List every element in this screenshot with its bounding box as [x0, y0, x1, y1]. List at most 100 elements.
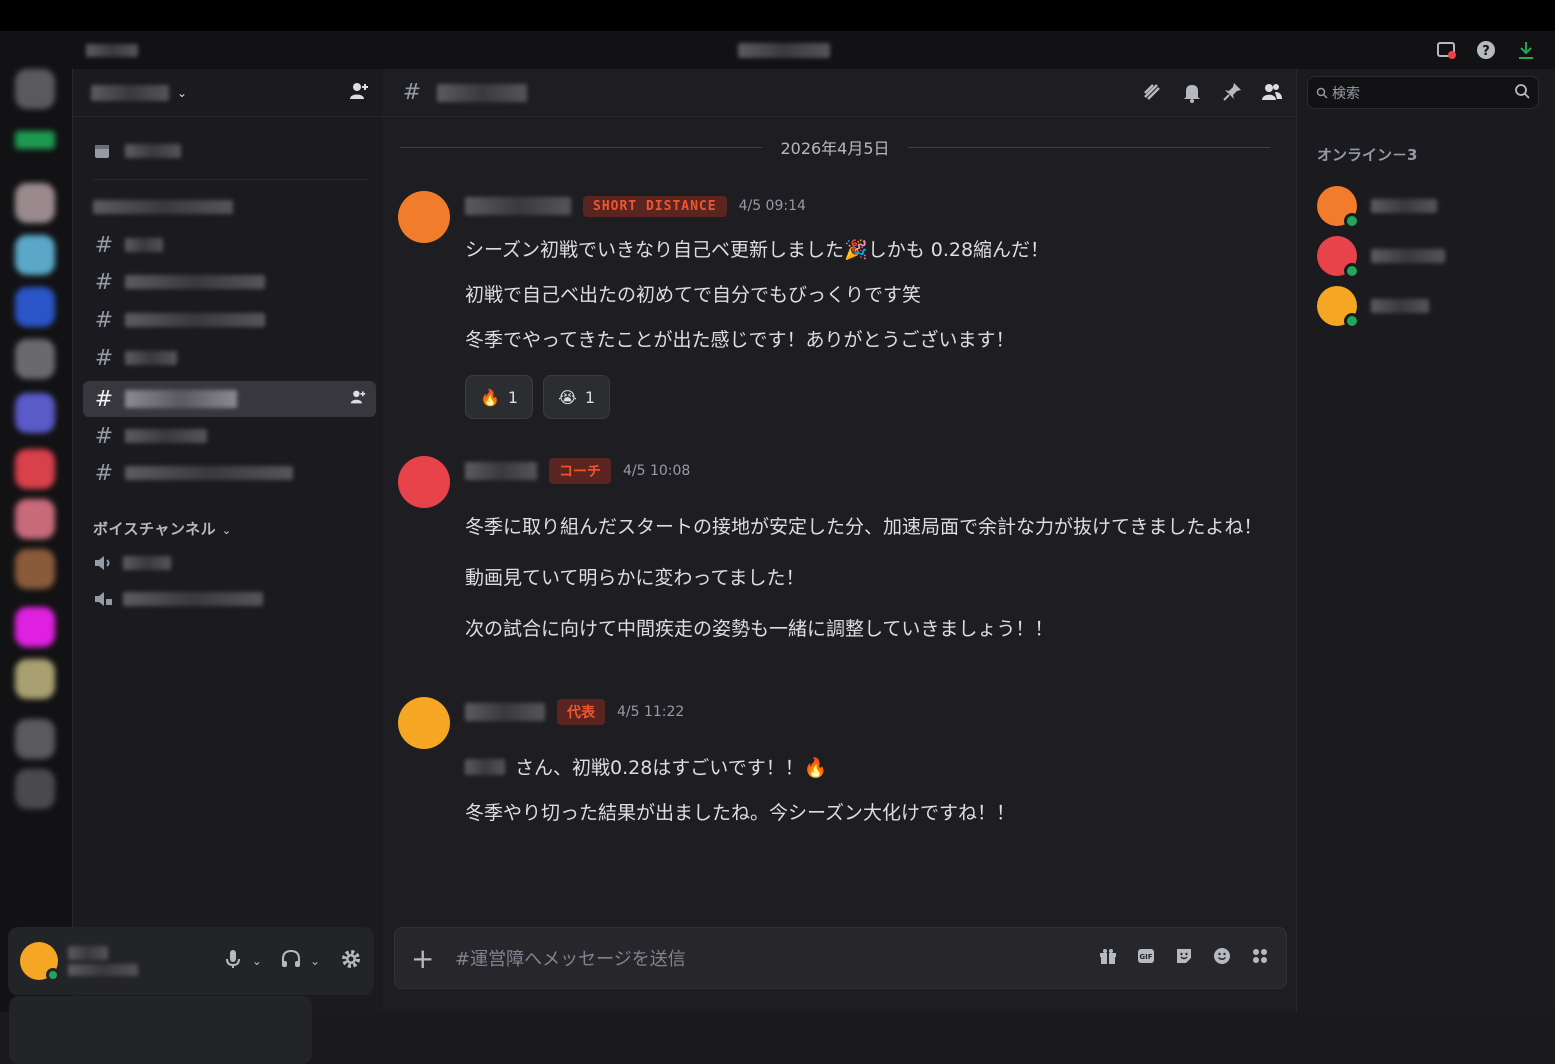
- channel-item[interactable]: #: [83, 227, 376, 263]
- server-icon-home[interactable]: [15, 69, 55, 109]
- channel-item-selected[interactable]: #: [83, 381, 376, 417]
- settings-icon[interactable]: [340, 948, 362, 974]
- hash-icon: #: [94, 386, 114, 412]
- member-avatar: [1317, 286, 1360, 329]
- window-top-strip: [0, 0, 1555, 31]
- message-avatar[interactable]: [398, 191, 450, 243]
- message-input[interactable]: #運営障へメッセージを送信: [455, 945, 686, 971]
- hash-icon: #: [94, 232, 114, 258]
- threads-icon[interactable]: [1141, 81, 1163, 107]
- member-name: [1371, 249, 1445, 263]
- channel-item[interactable]: #: [83, 418, 376, 454]
- search-icon: [1316, 87, 1328, 99]
- hash-icon: #: [94, 269, 114, 295]
- reaction-count: 1: [584, 387, 595, 407]
- channel-name: [125, 313, 265, 327]
- search-icon[interactable]: [1514, 83, 1530, 103]
- category-label: [93, 200, 233, 214]
- server-icon[interactable]: [15, 659, 55, 699]
- category-row[interactable]: [83, 189, 376, 225]
- message-text: シーズン初戦でいきなり自己ベ更新しました🎉しかも 0.28縮んだ！: [465, 239, 1050, 261]
- message-text: 冬季でやってきたことが出た感じです！ありがとうございます！: [465, 329, 1015, 351]
- reaction-button[interactable]: 😭 1: [543, 375, 610, 419]
- download-icon[interactable]: [1515, 39, 1537, 61]
- member-item[interactable]: [1317, 236, 1537, 279]
- channel-item[interactable]: #: [83, 455, 376, 491]
- message-timestamp: 4/5 10:08: [623, 463, 691, 479]
- server-icon[interactable]: [15, 131, 55, 149]
- reaction-button[interactable]: 🔥 1: [465, 375, 534, 419]
- headphones-icon[interactable]: [280, 948, 302, 974]
- reaction-count: 1: [507, 387, 519, 407]
- search-placeholder: 検索: [1332, 85, 1360, 102]
- message-author[interactable]: [465, 462, 537, 480]
- chevron-down-icon[interactable]: ⌄: [310, 954, 320, 968]
- apps-icon[interactable]: [1250, 946, 1270, 970]
- channel-name: [125, 390, 237, 408]
- message-text: さん、初戦0.28はすごいです！！🔥: [515, 757, 828, 779]
- voice-channel-name: [123, 556, 171, 570]
- server-icon[interactable]: [15, 449, 55, 489]
- svg-text:?: ?: [1482, 44, 1490, 59]
- online-header: オンライン－3: [1317, 146, 1418, 164]
- user-avatar[interactable]: [20, 942, 60, 982]
- gif-icon[interactable]: GIF: [1136, 946, 1156, 970]
- message-author[interactable]: [465, 197, 571, 215]
- message-text: 動画見ていて明らかに変わってました！: [465, 567, 805, 589]
- message-avatar[interactable]: [398, 456, 450, 508]
- svg-text:GIF: GIF: [1139, 953, 1152, 961]
- message-author[interactable]: [465, 703, 545, 721]
- role-tag: 代表: [557, 699, 605, 725]
- server-icon[interactable]: [15, 235, 55, 275]
- channel-item[interactable]: #: [83, 302, 376, 338]
- inbox-icon[interactable]: [1435, 39, 1457, 61]
- pin-icon[interactable]: [1221, 81, 1243, 107]
- server-icon[interactable]: [15, 393, 55, 433]
- mention[interactable]: [465, 758, 505, 775]
- member-item[interactable]: [1317, 186, 1537, 229]
- microphone-icon[interactable]: [222, 948, 244, 974]
- channel-item[interactable]: #: [83, 340, 376, 376]
- server-icon[interactable]: [15, 769, 55, 809]
- server-icon[interactable]: [15, 339, 55, 379]
- server-icon[interactable]: [15, 183, 55, 223]
- sticker-icon[interactable]: [1174, 946, 1194, 970]
- help-icon[interactable]: ?: [1475, 39, 1497, 61]
- server-header[interactable]: ⌄: [73, 69, 383, 117]
- speaker-icon: [95, 556, 110, 570]
- chevron-down-icon[interactable]: ⌄: [252, 954, 262, 968]
- message-text: 冬季やり切った結果が出ましたね。今シーズン大化けですね！！: [465, 802, 1016, 824]
- online-status-dot: [46, 968, 60, 982]
- search-input[interactable]: 検索: [1307, 76, 1539, 109]
- bell-icon[interactable]: [1181, 81, 1203, 107]
- channel-item[interactable]: #: [83, 264, 376, 300]
- gift-icon[interactable]: [1098, 946, 1118, 970]
- add-member-icon[interactable]: [349, 81, 369, 105]
- message-timestamp: 4/5 11:22: [617, 704, 685, 720]
- add-member-icon[interactable]: [350, 389, 366, 409]
- events-label: [125, 144, 181, 158]
- member-item[interactable]: [1317, 286, 1537, 329]
- server-icon[interactable]: [15, 499, 55, 539]
- channel-panel: ⌄ # # # # # # # ボイスチャンネル ⌄: [9, 69, 383, 1064]
- member-avatar: [1317, 186, 1360, 229]
- server-icon[interactable]: [15, 607, 55, 647]
- server-list: [0, 69, 72, 1012]
- voice-channel-item[interactable]: [83, 545, 376, 581]
- voice-category-header[interactable]: ボイスチャンネル ⌄: [93, 518, 232, 539]
- server-icon[interactable]: [15, 287, 55, 327]
- events-row[interactable]: [83, 133, 376, 169]
- user-status: [68, 964, 138, 976]
- emoji-icon[interactable]: [1212, 946, 1232, 970]
- server-icon[interactable]: [15, 549, 55, 589]
- member-list: 検索 オンライン－3: [1296, 69, 1555, 1012]
- message-composer[interactable]: + #運営障へメッセージを送信 GIF: [394, 927, 1287, 989]
- message-avatar[interactable]: [398, 697, 450, 749]
- voice-channel-item[interactable]: [83, 581, 376, 617]
- members-icon[interactable]: [1261, 81, 1283, 107]
- hash-icon: #: [94, 307, 114, 333]
- plus-icon[interactable]: +: [411, 942, 435, 975]
- role-tag: SHORT DISTANCE: [583, 195, 727, 217]
- calendar-icon: [95, 145, 109, 158]
- server-icon[interactable]: [15, 719, 55, 759]
